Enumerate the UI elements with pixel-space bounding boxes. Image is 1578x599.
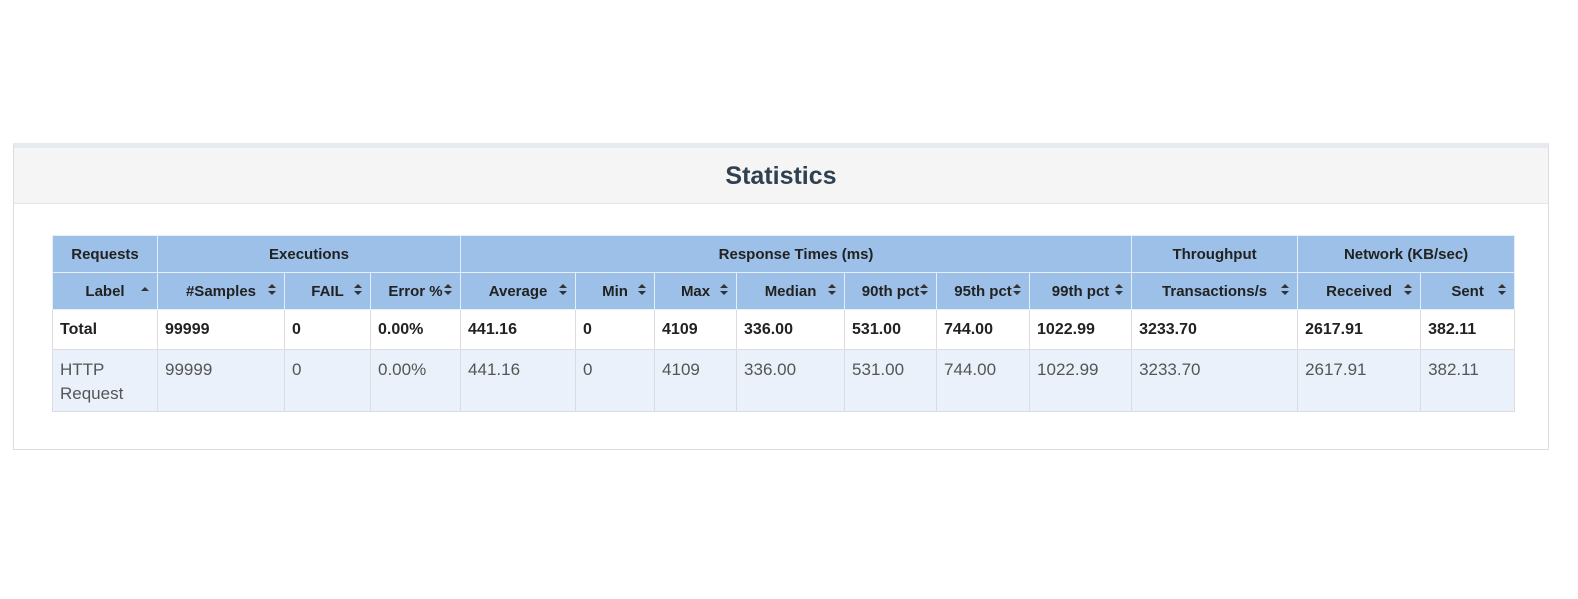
sort-both-icon	[1013, 284, 1022, 295]
column-header-99th-pct[interactable]: 99th pct	[1029, 272, 1133, 310]
sort-both-icon	[559, 284, 568, 295]
panel-title: Statistics	[725, 162, 837, 190]
cell-median: 336.00	[736, 349, 846, 412]
cell-min: 0	[575, 349, 656, 412]
column-header-95th-pct[interactable]: 95th pct	[936, 272, 1031, 310]
column-header-samples[interactable]: #Samples	[157, 272, 285, 310]
cell-median: 336.00	[736, 309, 846, 350]
group-header-throughput: Throughput	[1131, 235, 1299, 273]
column-header-label: Max	[680, 282, 711, 300]
group-header-network: Network (KB/sec)	[1297, 235, 1516, 273]
cell-90th-pct: 531.00	[844, 349, 938, 412]
column-header-max[interactable]: Max	[654, 272, 738, 310]
statistics-table: Requests Executions Response Times (ms) …	[52, 235, 1516, 412]
column-header-label: Median	[764, 282, 817, 300]
column-header-transactions-s[interactable]: Transactions/s	[1131, 272, 1299, 310]
cell-95th-pct: 744.00	[936, 309, 1031, 350]
table-row: HTTP Request 99999 0 0.00% 441.16 0 4109 336.00…	[52, 349, 1516, 412]
cell-transactions-s: 3233.70	[1131, 349, 1299, 412]
cell-sent: 382.11	[1420, 349, 1516, 412]
sort-both-icon	[268, 284, 276, 295]
column-header-label[interactable]: Label	[52, 272, 158, 310]
cell-95th-pct: 744.00	[936, 349, 1031, 412]
cell-99th-pct: 1022.99	[1029, 309, 1133, 350]
column-header-90th-pct[interactable]: 90th pct	[844, 272, 938, 310]
column-header-label: 90th pct	[861, 282, 920, 300]
sort-both-icon	[1404, 284, 1413, 295]
cell-error: 0.00%	[369, 349, 462, 412]
cell-label: Total	[52, 309, 158, 350]
sort-both-icon	[638, 284, 647, 295]
column-header-label: Label	[85, 282, 125, 300]
cell-transactions-s: 3233.70	[1131, 309, 1299, 350]
cell-sent: 382.11	[1420, 309, 1516, 350]
column-header-average[interactable]: Average	[460, 272, 577, 310]
cell-fail: 0	[284, 309, 371, 350]
column-header-sent[interactable]: Sent	[1420, 272, 1516, 310]
group-header-requests: Requests	[52, 235, 158, 273]
cell-fail: 0	[284, 349, 371, 412]
column-header-fail[interactable]: FAIL	[284, 272, 371, 310]
cell-received: 2617.91	[1297, 349, 1422, 412]
cell-min: 0	[575, 309, 656, 350]
column-header-label: Min	[602, 282, 628, 300]
column-header-label: Average	[488, 282, 548, 300]
statistics-panel: Statistics Requests Executions Response …	[13, 143, 1549, 450]
cell-samples: 99999	[157, 349, 285, 412]
group-header-executions: Executions	[156, 235, 462, 273]
table-body: Total 99999 0 0.00% 441.16 0 4109 336.00 531.00 7…	[52, 309, 1516, 412]
column-header-median[interactable]: Median	[736, 272, 846, 310]
cell-received: 2617.91	[1297, 309, 1422, 350]
sort-both-icon	[1281, 284, 1290, 295]
statistics-table-wrap: Requests Executions Response Times (ms) …	[52, 235, 1516, 412]
column-header-label: 95th pct	[954, 282, 1012, 300]
cell-samples: 99999	[157, 309, 285, 350]
sort-both-icon	[828, 284, 837, 295]
cell-max: 4109	[654, 309, 738, 350]
column-header-error[interactable]: Error %	[369, 272, 462, 310]
cell-label: HTTP Request	[52, 349, 158, 412]
cell-average: 441.16	[460, 349, 577, 412]
column-header-label: Sent	[1451, 282, 1484, 300]
cell-max: 4109	[654, 349, 738, 412]
column-header-row: Label #Samples FAIL Error % Average Min Max Med…	[52, 272, 1516, 310]
panel-heading: Statistics	[14, 148, 1548, 204]
sort-both-icon	[354, 284, 362, 295]
sort-both-icon	[444, 284, 453, 295]
column-header-label: Error %	[388, 282, 443, 300]
cell-99th-pct: 1022.99	[1029, 349, 1133, 412]
total-row: Total 99999 0 0.00% 441.16 0 4109 336.00 531.00 7…	[52, 309, 1516, 350]
group-header-response-times: Response Times (ms)	[460, 235, 1133, 273]
column-header-min[interactable]: Min	[575, 272, 656, 310]
sort-both-icon	[720, 284, 729, 295]
cell-error: 0.00%	[369, 309, 462, 350]
sort-both-icon	[1115, 284, 1124, 295]
column-header-label: 99th pct	[1051, 282, 1110, 300]
cell-average: 441.16	[460, 309, 577, 350]
group-header-row: Requests Executions Response Times (ms) …	[52, 235, 1516, 273]
column-header-label: #Samples	[185, 282, 257, 300]
cell-90th-pct: 531.00	[844, 309, 938, 350]
column-header-label: FAIL	[311, 282, 344, 300]
column-header-label: Received	[1326, 282, 1392, 300]
sort-ascending-icon	[141, 287, 149, 291]
column-header-received[interactable]: Received	[1297, 272, 1422, 310]
column-header-label: Transactions/s	[1162, 282, 1268, 300]
sort-both-icon	[920, 284, 929, 295]
sort-both-icon	[1498, 284, 1507, 295]
